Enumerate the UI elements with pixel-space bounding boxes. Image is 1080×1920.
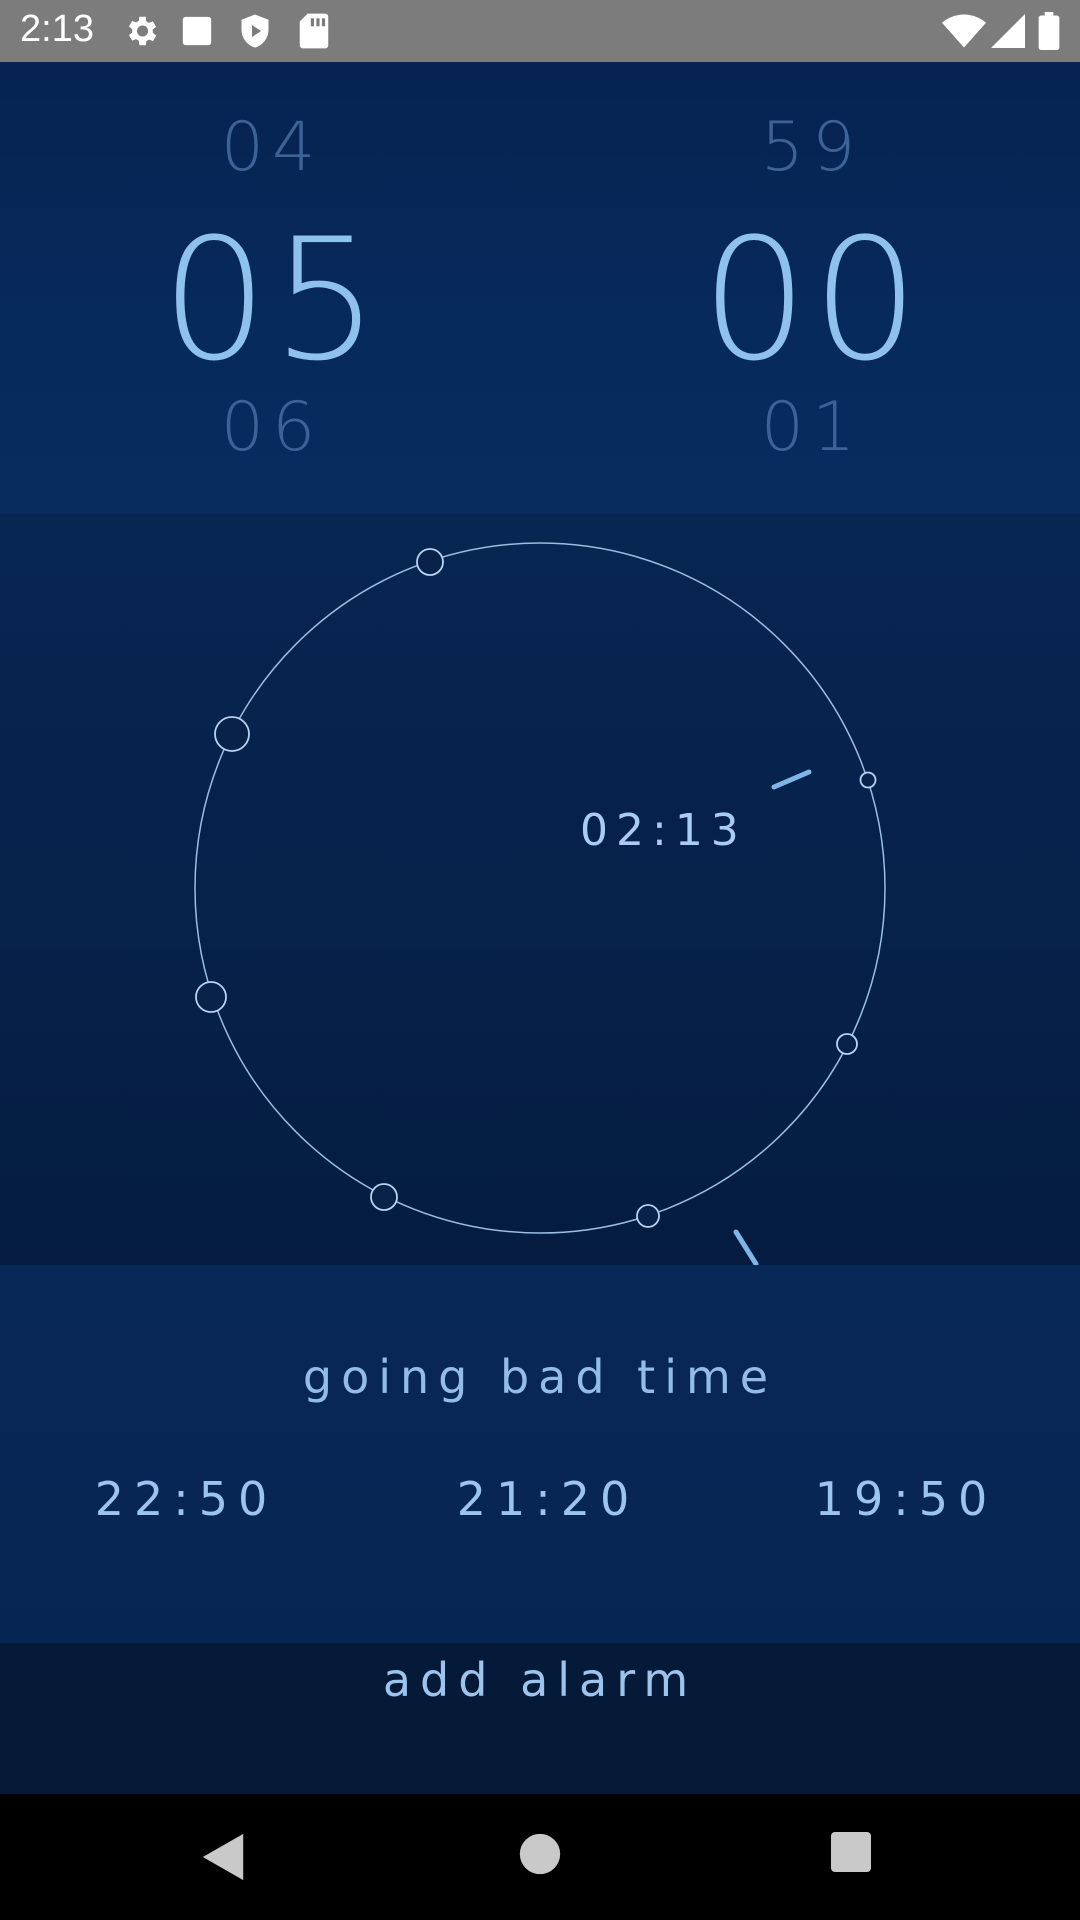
- suggested-time-2[interactable]: 21:20: [428, 1472, 668, 1526]
- add-alarm-button[interactable]: add alarm: [0, 1648, 1080, 1712]
- hour-prev[interactable]: 04: [122, 108, 422, 187]
- dial-ring: [194, 542, 886, 1234]
- hour-current[interactable]: 05: [122, 202, 422, 398]
- sd-card-icon: [299, 13, 329, 49]
- navigation-bar: [0, 1794, 1080, 1920]
- info-panel: [0, 1265, 1080, 1643]
- suggested-time-1[interactable]: 22:50: [66, 1472, 306, 1526]
- recents-icon[interactable]: [831, 1832, 871, 1872]
- status-time: 2:13: [20, 8, 94, 50]
- alarm-marker: [195, 981, 227, 1013]
- minute-prev[interactable]: 59: [662, 108, 962, 187]
- dial-current-time: 02:13: [580, 805, 747, 856]
- sleep-dial[interactable]: [0, 514, 1080, 1265]
- alarm-marker: [636, 1204, 660, 1228]
- status-bar: 2:13: [0, 0, 1080, 62]
- hour-hand: [771, 769, 812, 790]
- alarm-marker: [214, 716, 250, 752]
- alarm-marker: [370, 1183, 398, 1211]
- shield-play-icon: [241, 14, 269, 48]
- battery-icon: [1038, 12, 1060, 50]
- minute-current[interactable]: 00: [662, 202, 962, 398]
- minute-hand: [733, 1229, 759, 1265]
- home-icon[interactable]: [518, 1832, 562, 1876]
- minute-next[interactable]: 01: [662, 388, 962, 467]
- alarm-marker: [859, 771, 877, 789]
- back-icon[interactable]: [200, 1832, 248, 1882]
- suggested-time-3[interactable]: 19:50: [786, 1472, 1026, 1526]
- sleep-caption: going bad time: [302, 1350, 778, 1404]
- signal-icon: [991, 14, 1025, 48]
- alarm-marker: [416, 548, 444, 576]
- wifi-icon: [942, 14, 986, 48]
- alarm-marker: [836, 1033, 858, 1055]
- hour-next[interactable]: 06: [122, 388, 422, 467]
- gear-icon: [128, 16, 157, 46]
- square-icon: [182, 16, 212, 46]
